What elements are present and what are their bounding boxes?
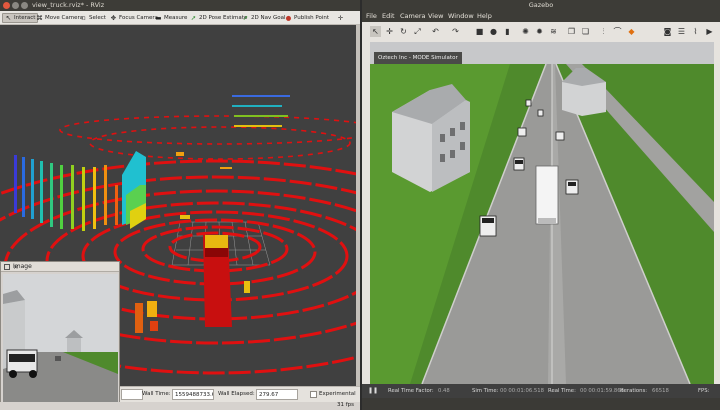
truck-marker [203,235,232,327]
rviz-titlebar: view_truck.rviz* - RViz [0,0,360,11]
close-window-icon[interactable] [3,2,10,9]
menu-camera[interactable]: Camera [400,12,426,20]
wall-elapsed-label: Wall Elapsed: [218,391,255,397]
tool-label: Interact [14,15,36,21]
spot-light-icon[interactable]: ✹ [534,26,545,37]
cylinder-shape-icon[interactable]: ▮ [502,26,513,37]
gazebo-titlebar: Gazebo [362,0,720,10]
window-title: view_truck.rviz* - RViz [32,1,105,9]
interact-icon: ↖ [5,13,12,22]
tool-select[interactable]: ▫ Select [78,13,108,23]
plot-icon[interactable]: ⌇ [690,26,701,37]
move-camera-icon: ⌘ [36,13,43,22]
undo-icon[interactable]: ↶ [430,26,441,37]
menu-window[interactable]: Window [448,12,474,20]
lidar-far-rings [59,115,356,160]
select-icon: ▫ [81,13,86,22]
plus-icon: ✛ [337,13,344,22]
translate-mode-icon[interactable]: ✛ [384,26,395,37]
paste-icon[interactable]: ❏ [580,26,591,37]
gazebo-window: Gazebo File Edit Camera View Window Help… [362,0,720,410]
minimize-window-icon[interactable] [12,2,19,9]
pointcloud-cluster-left [14,155,118,231]
panel-float-icon[interactable] [4,264,10,270]
screenshot-icon[interactable]: ◙ [662,26,673,37]
real-time-value: 00 00:01:59.866 [580,388,625,394]
gazebo-left-panel-handle[interactable] [362,42,370,384]
copy-icon[interactable]: ❐ [566,26,577,37]
iterations-label: Iterations: [620,388,648,394]
camera-feed-render [3,274,118,408]
menu-help[interactable]: Help [477,12,492,20]
select-mode-icon[interactable]: ↖ [370,26,381,37]
change-view-icon[interactable]: ◆ [626,26,637,37]
tool-label: Select [89,15,106,21]
gazebo-menubar: File Edit Camera View Window Help [362,10,720,22]
redo-icon[interactable]: ↷ [450,26,461,37]
pose-estimate-icon: ➚ [190,13,197,22]
snap-icon[interactable]: ⌒ [612,26,623,37]
box-shape-icon[interactable]: ■ [474,26,485,37]
iterations-value: 66518 [652,388,669,394]
tool-publish-point[interactable]: ● Publish Point [283,13,331,23]
point-light-icon[interactable]: ✺ [520,26,531,37]
image-panel: Image × [0,261,120,410]
align-icon[interactable]: ⫶ [598,26,609,37]
nav-goal-icon: ➚ [242,13,249,22]
rviz-footer: 31 fps [0,402,360,410]
simulation-scene-render [370,42,714,384]
pointcloud-cluster-tower [122,151,146,229]
simulated-truck [535,165,559,225]
fps-readout: 31 fps [336,402,354,408]
real-time-factor-label: Real Time Factor: [388,388,434,394]
time-panel: Wall Time: 1559488733.69 Wall Elapsed: 2… [120,386,360,402]
menu-file[interactable]: File [366,12,377,20]
tool-measure[interactable]: ▬ Measure [153,13,189,23]
fps-label: FPS: [698,388,710,394]
scale-mode-icon[interactable]: ⤢ [412,26,423,37]
camera-image [3,274,118,408]
rviz-scrollbar[interactable] [356,25,360,402]
real-time-factor-value: 0.48 [438,388,450,394]
gazebo-right-panel-handle[interactable] [714,42,720,384]
tool-label: 2D Nav Goal [251,15,286,21]
experimental-checkbox[interactable] [310,391,317,398]
real-time-label: Real Time: [548,388,576,394]
close-icon[interactable]: × [13,263,117,271]
log-icon[interactable]: ☰ [676,26,687,37]
sim-time-value: 00 00:01:06.518 [500,388,545,394]
add-tool-button[interactable]: ✛ [335,13,346,23]
wall-elapsed-field: 279.67 [256,389,298,400]
pointcloud-cluster-near [135,281,250,333]
window-title: Gazebo [528,1,554,9]
experimental-label: Experimental [319,391,356,397]
rotate-mode-icon[interactable]: ↻ [398,26,409,37]
wall-time-field: 1559488733.69 [172,389,214,400]
menu-edit[interactable]: Edit [382,12,395,20]
tool-label: Publish Point [294,15,330,21]
video-record-icon[interactable]: ▶ [704,26,715,37]
publish-point-icon: ● [285,13,292,22]
wall-time-label: Wall Time: [142,391,171,397]
rviz-window: view_truck.rviz* - RViz ↖ Interact ⌘ Mov… [0,0,360,410]
gazebo-3d-view[interactable]: Oztech Inc - MODE Simulator [370,42,714,384]
measure-icon: ▬ [155,13,162,22]
tool-interact[interactable]: ↖ Interact [2,13,39,23]
ros-elapsed-field [121,389,143,400]
maximize-window-icon[interactable] [21,2,28,9]
rviz-toolbar: ↖ Interact ⌘ Move Camera ▫ Select ✥ Focu… [0,11,360,25]
simulator-overlay-label: Oztech Inc - MODE Simulator [374,52,462,64]
pause-button[interactable]: ❚❚ [368,387,378,394]
gazebo-status-bar: ❚❚ Real Time Factor: 0.48 Sim Time: 00 0… [362,384,720,398]
tool-2d-nav-goal[interactable]: ➚ 2D Nav Goal [240,13,288,23]
gazebo-toolbar: ↖ ✛ ↻ ⤢ ↶ ↷ ■ ● ▮ ✺ ✹ ≋ ❐ ❏ ⫶ ⌒ ◆ ◙ ☰ ⌇ … [362,22,720,42]
menu-view[interactable]: View [428,12,443,20]
gazebo-footer [362,398,720,410]
directional-light-icon[interactable]: ≋ [548,26,559,37]
focus-camera-icon: ✥ [110,13,117,22]
image-panel-titlebar: Image × [1,262,119,272]
sim-time-label: Sim Time: [472,388,499,394]
tool-label: Measure [164,15,188,21]
sphere-shape-icon[interactable]: ● [488,26,499,37]
